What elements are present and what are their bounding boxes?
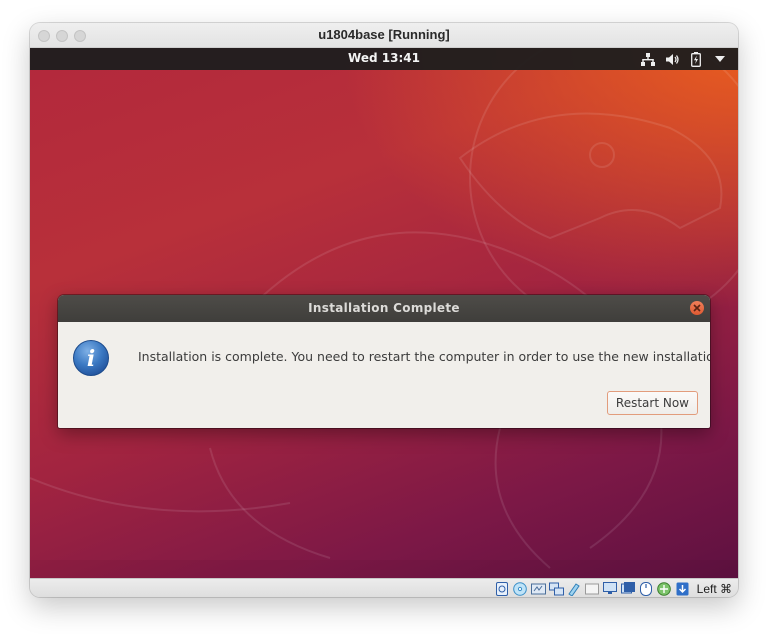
info-icon: i	[72, 339, 110, 377]
cpu-icon[interactable]	[657, 581, 672, 596]
window-titlebar[interactable]: u1804base [Running]	[30, 23, 738, 48]
host-key-label: Left ⌘	[696, 581, 732, 596]
virtualbox-status-bar: Left ⌘	[30, 578, 738, 597]
clock[interactable]: Wed 13:41	[30, 51, 738, 65]
installation-complete-dialog: Installation Complete i Installation is …	[58, 295, 710, 428]
hard-disk-icon[interactable]	[495, 581, 510, 596]
gnome-top-bar: Wed 13:41	[30, 48, 738, 70]
dialog-title: Installation Complete	[308, 301, 460, 315]
dialog-message: Installation is complete. You need to re…	[138, 349, 710, 364]
network-icon[interactable]	[640, 51, 656, 67]
keyboard-icon[interactable]	[675, 581, 690, 596]
shared-folders-icon[interactable]	[585, 581, 600, 596]
battery-icon[interactable]	[688, 51, 704, 67]
close-icon[interactable]	[690, 301, 704, 315]
virtualbox-window: u1804base [Running] Wed 13:41 Installati…	[30, 23, 738, 597]
status-icons: Left ⌘	[495, 580, 732, 597]
audio-icon[interactable]	[530, 581, 546, 596]
dialog-header[interactable]: Installation Complete	[58, 295, 710, 322]
vm-display[interactable]: Wed 13:41 Installation Complete i Instal…	[30, 48, 738, 578]
usb-icon[interactable]	[567, 581, 582, 596]
system-tray[interactable]	[640, 51, 728, 67]
display-icon[interactable]	[603, 581, 618, 596]
mouse-integration-icon[interactable]	[639, 581, 654, 596]
svg-text:i: i	[87, 346, 95, 372]
volume-icon[interactable]	[664, 51, 680, 67]
system-menu-arrow-icon[interactable]	[712, 51, 728, 67]
video-capture-icon[interactable]	[621, 581, 636, 596]
network-adapters-icon[interactable]	[548, 581, 564, 596]
window-title: u1804base [Running]	[318, 27, 450, 42]
optical-drive-icon[interactable]	[513, 581, 528, 596]
restart-now-button[interactable]: Restart Now	[606, 391, 698, 415]
